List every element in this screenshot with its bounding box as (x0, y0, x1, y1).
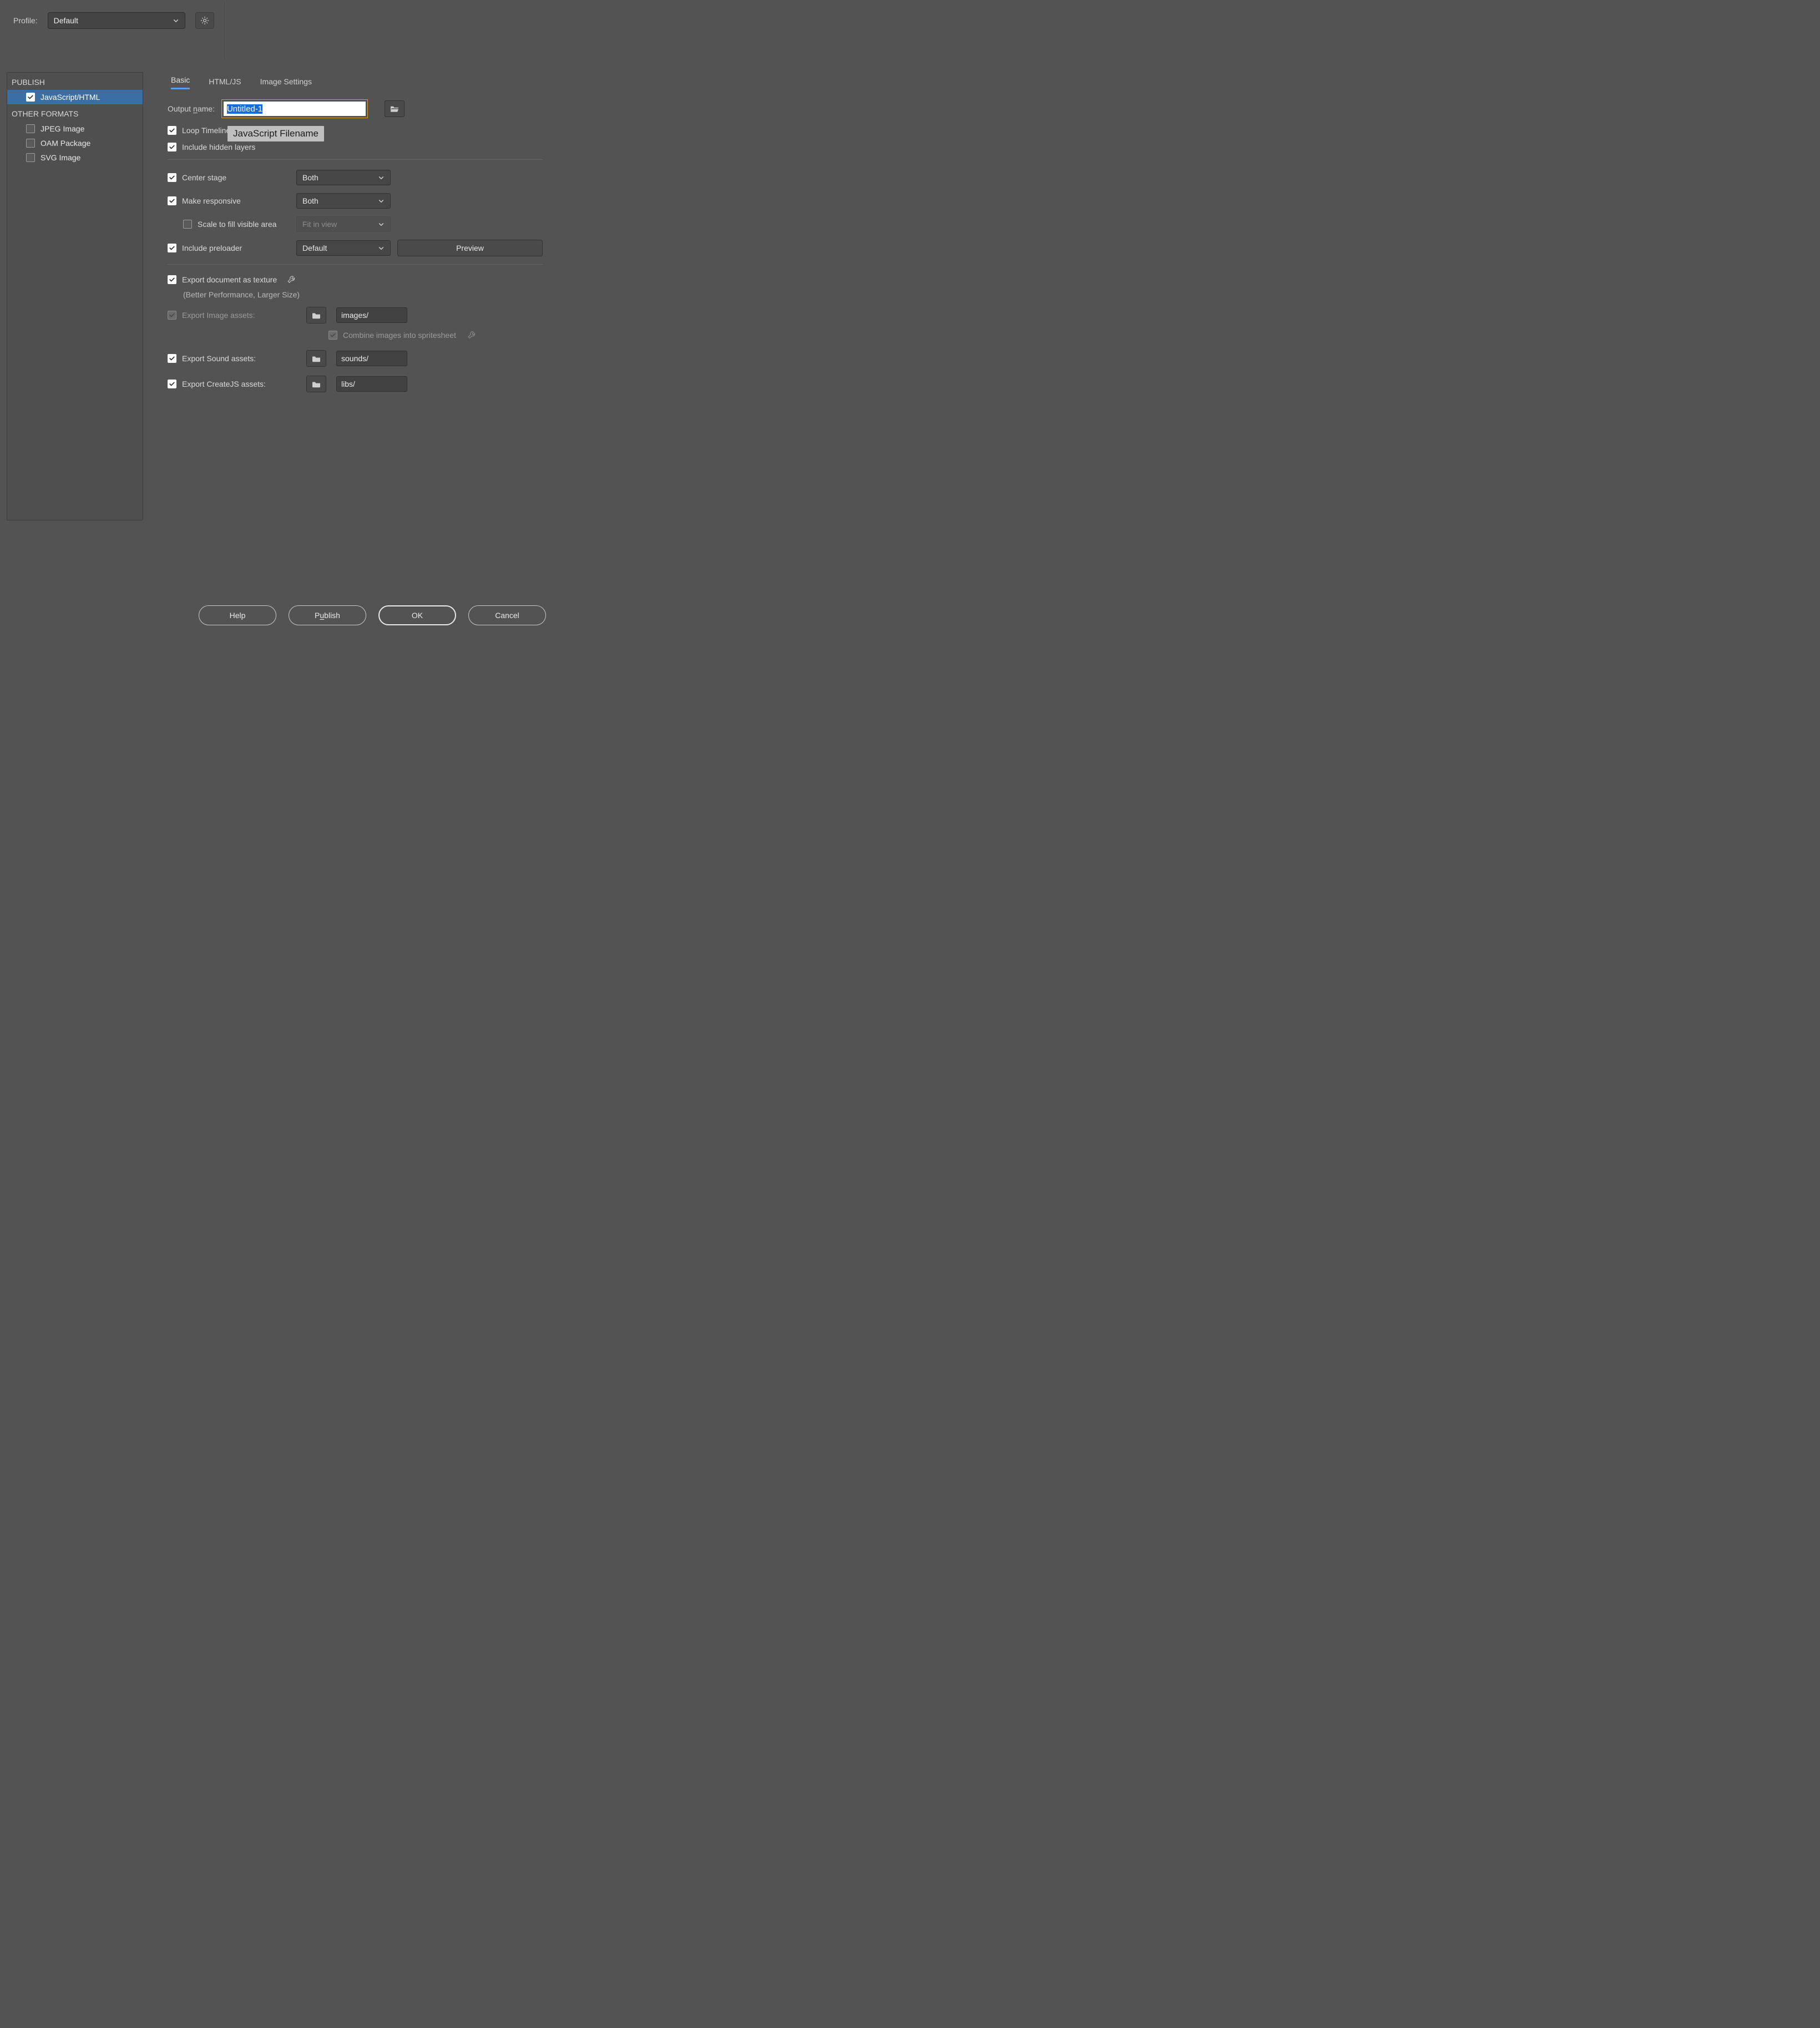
checkbox-icon[interactable] (26, 139, 35, 148)
chevron-down-icon (378, 198, 385, 204)
center-stage-select[interactable]: Both (296, 170, 391, 185)
folder-icon (311, 380, 321, 388)
sidebar-heading-other: OTHER FORMATS (7, 104, 143, 122)
loop-timeline-label: Loop Timeline (182, 126, 230, 135)
libs-folder-button[interactable] (306, 376, 326, 392)
checkbox-icon[interactable] (26, 153, 35, 162)
scale-fill-select: Fit in view (296, 216, 391, 232)
make-responsive-label: Make responsive (182, 196, 241, 205)
divider (168, 159, 543, 160)
export-createjs-assets-label: Export CreateJS assets: (182, 380, 266, 388)
chevron-down-icon (378, 221, 385, 227)
chevron-down-icon (378, 174, 385, 181)
center-stage-checkbox[interactable] (168, 173, 176, 182)
profile-settings-button[interactable] (195, 12, 214, 29)
libs-path-input[interactable] (336, 376, 407, 392)
browse-output-button[interactable] (385, 100, 405, 117)
publish-button[interactable]: Publish (289, 605, 366, 625)
sidebar-item-oam[interactable]: OAM Package (7, 136, 143, 150)
make-responsive-checkbox[interactable] (168, 196, 176, 205)
sidebar-item-label: JavaScript/HTML (41, 93, 100, 102)
sidebar-item-js-html[interactable]: JavaScript/HTML (7, 90, 143, 104)
checkbox-icon[interactable] (26, 93, 35, 102)
include-preloader-checkbox[interactable] (168, 244, 176, 252)
tab-htmljs[interactable]: HTML/JS (209, 77, 241, 89)
folder-icon (311, 355, 321, 362)
images-path-input[interactable] (336, 307, 407, 323)
combine-spritesheet-label: Combine images into spritesheet (343, 331, 456, 340)
images-folder-button[interactable] (306, 307, 326, 323)
export-texture-label: Export document as texture (182, 275, 277, 284)
wrench-icon (467, 330, 477, 340)
gear-icon (200, 16, 210, 26)
export-createjs-assets-checkbox[interactable] (168, 380, 176, 388)
loop-timeline-checkbox[interactable] (168, 126, 176, 135)
preview-button[interactable]: Preview (397, 240, 543, 256)
tabs: Basic HTML/JS Image Settings (168, 75, 543, 89)
chevron-down-icon (173, 17, 179, 24)
profile-value: Default (54, 16, 78, 25)
tab-image-settings[interactable]: Image Settings (260, 77, 312, 89)
folder-icon (311, 311, 321, 319)
export-image-assets-checkbox (168, 311, 176, 320)
output-name-field-wrap (221, 99, 368, 118)
export-sound-assets-label: Export Sound assets: (182, 354, 256, 363)
tab-basic[interactable]: Basic (171, 75, 190, 89)
sidebar-item-label: JPEG Image (41, 124, 84, 133)
sidebar: PUBLISH JavaScript/HTML OTHER FORMATS JP… (7, 72, 143, 520)
tooltip: JavaScript Filename (228, 126, 324, 141)
folder-open-icon (390, 105, 400, 113)
export-image-assets-label: Export Image assets: (182, 311, 255, 320)
center-stage-label: Center stage (182, 173, 226, 182)
export-texture-checkbox[interactable] (168, 275, 176, 284)
cancel-button[interactable]: Cancel (468, 605, 546, 625)
profile-label: Profile: (13, 16, 38, 25)
ok-button[interactable]: OK (378, 605, 456, 625)
checkbox-icon[interactable] (26, 124, 35, 133)
scale-fill-checkbox[interactable] (183, 220, 192, 229)
sidebar-item-label: SVG Image (41, 153, 80, 162)
vertical-divider (225, 1, 226, 59)
include-hidden-checkbox[interactable] (168, 143, 176, 151)
sidebar-heading-publish: PUBLISH (7, 73, 143, 90)
divider (168, 264, 543, 265)
preloader-select[interactable]: Default (296, 240, 391, 256)
combine-spritesheet-checkbox (328, 331, 337, 340)
include-hidden-label: Include hidden layers (182, 143, 255, 151)
make-responsive-select[interactable]: Both (296, 193, 391, 209)
chevron-down-icon (378, 245, 385, 251)
export-sound-assets-checkbox[interactable] (168, 354, 176, 363)
help-button[interactable]: Help (199, 605, 276, 625)
profile-select[interactable]: Default (48, 12, 185, 29)
output-name-input[interactable] (224, 102, 366, 116)
output-name-label: Outputname: (168, 104, 215, 113)
scale-fill-label: Scale to fill visible area (198, 220, 276, 229)
export-texture-note: (Better Performance, Larger Size) (168, 290, 543, 299)
sounds-path-input[interactable] (336, 351, 407, 366)
sounds-folder-button[interactable] (306, 350, 326, 367)
sidebar-item-jpeg[interactable]: JPEG Image (7, 122, 143, 136)
sidebar-item-svg[interactable]: SVG Image (7, 150, 143, 165)
include-preloader-label: Include preloader (182, 244, 242, 252)
wrench-icon[interactable] (287, 275, 297, 285)
sidebar-item-label: OAM Package (41, 139, 90, 148)
